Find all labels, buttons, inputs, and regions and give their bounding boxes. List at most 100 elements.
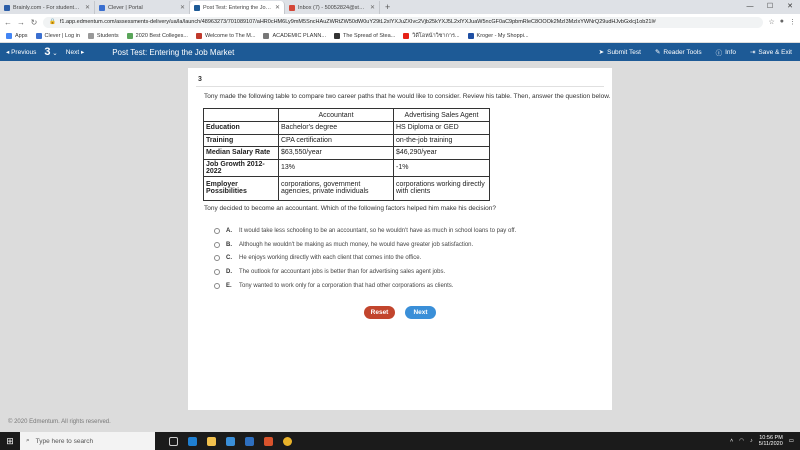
store-icon[interactable] [226,436,235,446]
choice-text: Although he wouldn't be making as much m… [239,241,474,248]
info-icon: ⓘ [715,50,723,57]
close-icon[interactable]: ✕ [275,4,280,11]
choice-letter: D. [226,269,232,276]
tab-title: Brainly.com - For students. By st [13,4,82,11]
menu-dots-icon[interactable]: ⋮ [789,18,796,26]
copyright-footer: © 2020 Edmentum. All rights reserved. [8,419,111,425]
bookmark-item[interactable]: Students [87,33,119,39]
chevron-down-icon: ⌄ [50,50,58,57]
browser-tab[interactable]: Clever | Portal ✕ [95,1,190,14]
answer-choice-d[interactable]: D. The outlook for accountant jobs is be… [214,265,516,279]
row-header: Job Growth 2012-2022 [203,158,279,177]
radio-button[interactable] [214,241,220,248]
windows-start-icon[interactable]: ⊞ [0,436,20,447]
bookmark-item[interactable]: The Spread of Stea... [333,33,395,39]
tab-title: Inbox (7) - 50052824@students [298,4,367,11]
choice-letter: B. [226,241,232,248]
bookmarks-bar: Apps Clever | Log in Students 2020 Best … [0,30,800,43]
answer-choice-c[interactable]: C. He enjoys working directly with each … [214,252,516,266]
edge-icon[interactable] [188,436,197,446]
answer-choices: A. It would take less schooling to be an… [214,224,516,293]
address-bar-row: ← → ↻ 🔒 f1.app.edmentum.com/assessments-… [0,14,800,30]
close-window-icon[interactable]: ✕ [780,0,800,14]
youtube-icon [403,33,410,39]
tab-title: Clever | Portal [108,4,143,11]
page-title: Post Test: Entering the Job Market [112,47,235,57]
taskbar-clock[interactable]: 10:56 PM 5/11/2020 [759,435,783,448]
table-cell: HS Diploma or GED [393,121,490,135]
bookmark-item[interactable]: Welcome to The M... [195,33,255,39]
back-arrow-icon[interactable]: ← [4,18,12,27]
wifi-icon[interactable]: ◠ [739,438,744,444]
previous-button[interactable]: ◂ Previous [6,48,36,56]
search-placeholder: Type here to search [35,437,94,445]
apps-grid-icon [6,33,12,39]
info-button[interactable]: ⓘ Info [715,47,736,58]
system-tray: ˄ ◠ ♪ 10:56 PM 5/11/2020 ▭ [730,435,800,448]
next-button[interactable]: Next [405,306,436,319]
table-cell: Bachelor's degree [278,121,394,135]
reset-button[interactable]: Reset [364,306,395,319]
choice-text: Tony wanted to work only for a corporati… [239,283,454,290]
save-exit-button[interactable]: ⇥ Save & Exit [750,47,792,57]
browser-tab[interactable]: Inbox (7) - 50052824@students ✕ [285,1,380,14]
choice-letter: A. [226,227,232,234]
close-icon[interactable]: ✕ [180,4,185,11]
url-field[interactable]: 🔒 f1.app.edmentum.com/assessments-delive… [43,16,764,28]
reload-icon[interactable]: ↻ [30,18,38,27]
office-icon[interactable] [264,436,273,446]
answer-choice-b[interactable]: B. Although he wouldn't be making as muc… [214,238,516,252]
notification-icon[interactable]: ▭ [789,438,794,444]
answer-choice-a[interactable]: A. It would take less schooling to be an… [214,224,516,238]
window-controls: — ☐ ✕ [740,0,800,14]
radio-button[interactable] [214,269,220,276]
radio-button[interactable] [214,255,220,262]
table-row: Training CPA certification on-the-job tr… [203,133,490,147]
table-row: Job Growth 2012-2022 13% -1% [203,158,490,177]
minimize-icon[interactable]: — [740,0,760,14]
reader-tools-button[interactable]: ✎ Reader Tools [655,47,702,57]
forward-arrow-icon[interactable]: → [17,18,25,27]
mail-icon[interactable] [245,436,254,446]
new-tab-button[interactable]: + [380,1,395,14]
choice-text: It would take less schooling to be an ac… [239,227,517,234]
clever-icon [35,33,42,39]
maximize-icon[interactable]: ☐ [760,0,780,14]
close-icon[interactable]: ✕ [370,4,375,11]
volume-icon[interactable]: ♪ [750,438,753,444]
table-cell: CPA certification [278,133,394,147]
next-header-button[interactable]: Next ▸ [66,48,84,56]
bookmark-item[interactable]: Clever | Log in [35,33,80,39]
windows-taskbar: ⊞ ⌕ Type here to search ˄ ◠ ♪ 10:56 PM 5… [0,432,800,450]
bookmark-item[interactable]: วิดีโอหน้าวิชาการ... [403,32,460,40]
submit-icon: ➤ [598,49,605,56]
close-icon[interactable]: ✕ [85,4,90,11]
browser-tab[interactable]: Brainly.com - For students. By st ✕ [0,1,95,14]
task-view-icon[interactable] [169,436,178,446]
star-icon[interactable]: ☆ [768,18,774,26]
taskbar-search-input[interactable]: ⌕ Type here to search [20,432,155,450]
submit-test-button[interactable]: ➤ Submit Test [599,47,641,57]
question-selector[interactable]: 3 ⌄ [44,46,57,58]
question-number: 3 [198,76,202,83]
choice-text: The outlook for accountant jobs is bette… [239,269,446,276]
row-header: Education [203,121,279,135]
college-icon [126,33,133,39]
file-explorer-icon[interactable] [207,436,216,446]
row-header: Training [203,133,279,147]
clever-favicon-icon [99,4,105,11]
browser-tab-active[interactable]: Post Test: Entering the Job Mark ✕ [190,1,285,14]
radio-button[interactable] [214,283,220,290]
profile-icon[interactable]: ● [780,18,784,26]
bookmark-item[interactable]: 2020 Best Colleges... [126,33,188,39]
answer-choice-e[interactable]: E. Tony wanted to work only for a corpor… [214,279,516,293]
bookmark-apps[interactable]: Apps [6,33,28,39]
chrome-icon[interactable] [283,436,292,446]
bookmark-item[interactable]: Kroger - My Shoppi... [467,33,529,39]
chevron-up-icon[interactable]: ˄ [730,438,733,444]
radio-button[interactable] [214,227,220,234]
question-stem: Tony decided to become an accountant. Wh… [204,205,496,212]
divider [196,86,604,87]
table-cell: corporations, government agencies, priva… [278,175,394,201]
bookmark-item[interactable]: ACADEMIC PLANN... [263,33,326,39]
